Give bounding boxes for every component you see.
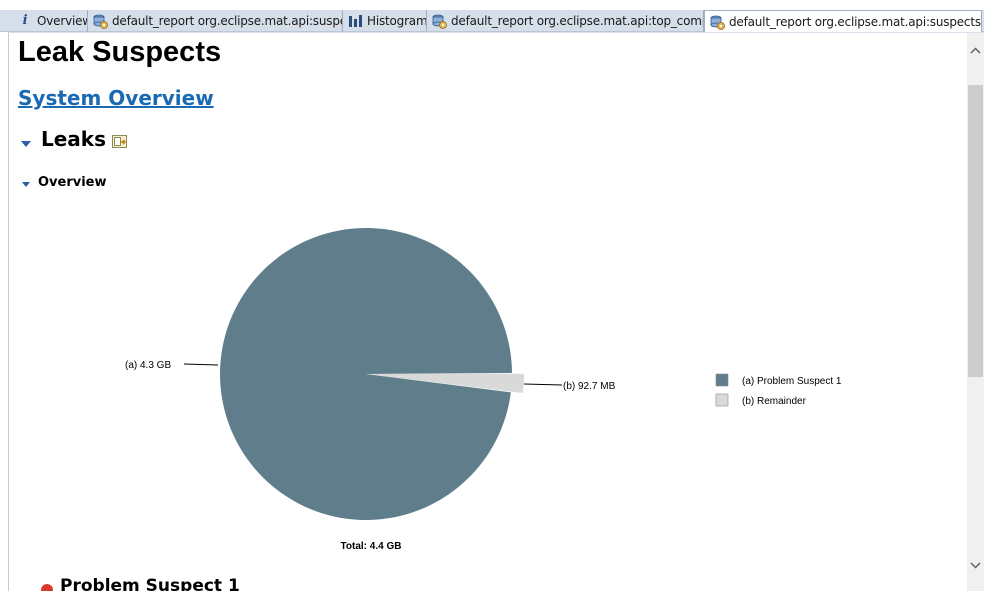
- error-icon: [41, 584, 53, 591]
- legend-label-b: (b) Remainder: [742, 396, 807, 407]
- scroll-down-arrow-icon[interactable]: [967, 555, 984, 575]
- pie-label-b: (b) 92.7 MB: [563, 381, 616, 392]
- legend-label-a: (a) Problem Suspect 1: [742, 376, 842, 387]
- scroll-up-arrow-icon[interactable]: [967, 41, 984, 61]
- legend-swatch-b: [715, 393, 729, 407]
- pie-label-leader-a: [183, 363, 219, 366]
- legend-swatch-a: [715, 373, 729, 387]
- scrollbar-thumb[interactable]: [968, 85, 983, 377]
- leak-suspects-pie-chart: (a) 4.3 GB (b) 92.7 MB Total: 4.4 GB (a) P…: [125, 228, 842, 552]
- vertical-scrollbar[interactable]: [967, 33, 984, 591]
- pie-label-leader-b: [523, 383, 563, 386]
- pie-total-label: Total: 4.4 GB: [341, 541, 402, 552]
- pie-label-a: (a) 4.3 GB: [125, 360, 171, 371]
- problem-suspect-heading: Problem Suspect 1: [60, 576, 240, 591]
